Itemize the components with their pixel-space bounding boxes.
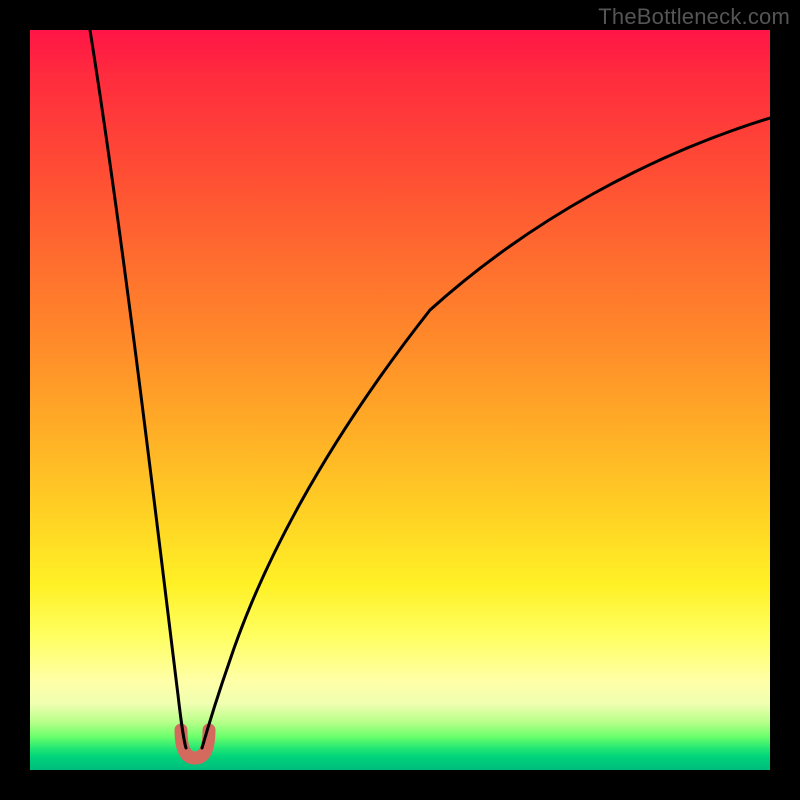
plot-area (30, 30, 770, 770)
curve-right-branch (202, 118, 770, 748)
curves-layer (30, 30, 770, 770)
curve-left-branch (90, 30, 186, 748)
watermark-text: TheBottleneck.com (598, 4, 790, 30)
chart-frame: TheBottleneck.com (0, 0, 800, 800)
